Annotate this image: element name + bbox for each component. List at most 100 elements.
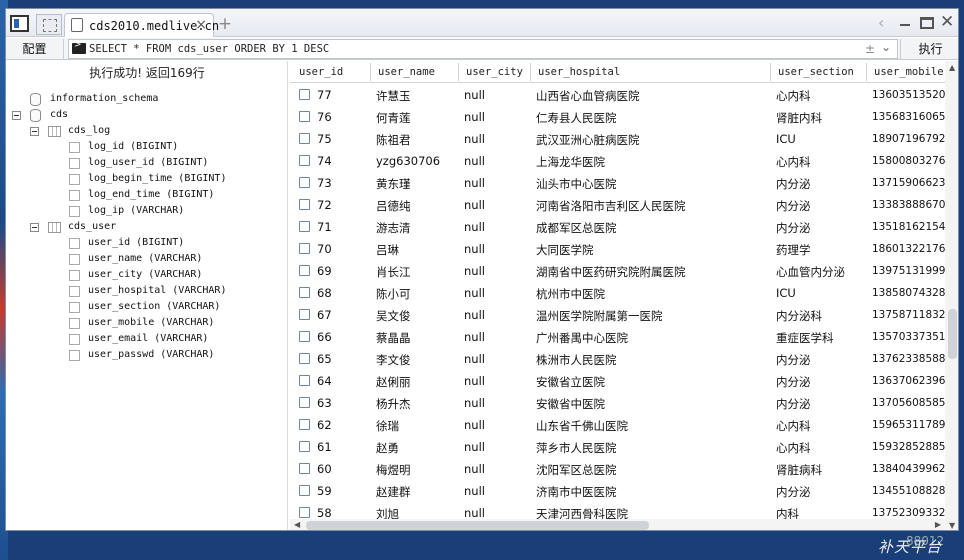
cell-user-mobile[interactable]: 13762338588	[872, 353, 945, 365]
column-header[interactable]: user_mobile	[874, 66, 944, 78]
cell-user-name[interactable]: 吕德纯	[376, 198, 411, 214]
row-select-checkbox[interactable]	[299, 199, 310, 210]
cell-user-name[interactable]: 赵俐丽	[376, 374, 411, 390]
close-window-icon[interactable]: ✕	[940, 12, 954, 32]
cell-user-id[interactable]: 66	[317, 330, 332, 344]
column-divider[interactable]	[530, 63, 531, 81]
cell-user-section[interactable]: 内分泌	[776, 198, 811, 214]
row-select-checkbox[interactable]	[299, 89, 310, 100]
table-row[interactable]: 69 肖长江 null 湖南省中医药研究院附属医院 心血管内分泌 13975131999	[290, 260, 945, 282]
cell-user-mobile[interactable]: 13570337351	[872, 331, 945, 343]
cell-user-section[interactable]: 重症医学科	[776, 330, 834, 346]
execute-button[interactable]: 执行	[900, 39, 958, 59]
column-header[interactable]: user_id	[299, 66, 343, 78]
cell-user-city[interactable]: null	[464, 484, 485, 498]
cell-user-section[interactable]: 内分泌	[776, 396, 811, 412]
cell-user-city[interactable]: null	[464, 176, 485, 190]
cell-user-id[interactable]: 73	[317, 176, 332, 190]
row-select-checkbox[interactable]	[299, 287, 310, 298]
cell-user-city[interactable]: null	[464, 154, 485, 168]
tree-node-column[interactable]: user_hospital (VARCHAR)	[6, 284, 286, 300]
tree-node-column[interactable]: log_end_time (BIGINT)	[6, 188, 286, 204]
column-divider[interactable]	[458, 63, 459, 81]
table-row[interactable]: 73 黄东瑾 null 汕头市中心医院 内分泌 13715906623	[290, 172, 945, 194]
cell-user-city[interactable]: null	[464, 308, 485, 322]
cell-user-id[interactable]: 68	[317, 286, 332, 300]
row-select-checkbox[interactable]	[299, 507, 310, 518]
chevron-down-icon[interactable]: ⌄	[881, 40, 891, 54]
tree-node-column[interactable]: log_ip (VARCHAR)	[6, 204, 286, 220]
row-select-checkbox[interactable]	[299, 221, 310, 232]
cell-user-section[interactable]: 心血管内分泌	[776, 264, 845, 280]
cell-user-mobile[interactable]: 15800803276	[872, 155, 945, 167]
cell-user-mobile[interactable]: 13752309332	[872, 507, 945, 519]
tree-node-db[interactable]: information_schema	[6, 92, 286, 108]
cell-user-section[interactable]: 内分泌	[776, 374, 811, 390]
cell-user-id[interactable]: 76	[317, 110, 332, 124]
cell-user-mobile[interactable]: 13705608585	[872, 397, 945, 409]
cell-user-name[interactable]: 许慧玉	[376, 88, 411, 104]
cell-user-hospital[interactable]: 温州医学院附属第一医院	[536, 308, 663, 324]
cell-user-city[interactable]: null	[464, 374, 485, 388]
new-tab-button[interactable]: +	[217, 14, 233, 34]
cell-user-name[interactable]: yzg630706	[376, 154, 440, 168]
cell-user-section[interactable]: 心内科	[776, 418, 811, 434]
cell-user-hospital[interactable]: 成都军区总医院	[536, 220, 617, 236]
cell-user-id[interactable]: 65	[317, 352, 332, 366]
cell-user-hospital[interactable]: 上海龙华医院	[536, 154, 605, 170]
horizontal-scrollbar[interactable]: ◀ ▶	[290, 519, 945, 530]
cell-user-id[interactable]: 59	[317, 484, 332, 498]
cell-user-name[interactable]: 杨升杰	[376, 396, 411, 412]
collapse-toggle-icon[interactable]	[30, 127, 39, 136]
cell-user-section[interactable]: 内分泌	[776, 176, 811, 192]
column-header[interactable]: user_name	[378, 66, 435, 78]
cell-user-mobile[interactable]: 13383888670	[872, 199, 945, 211]
column-header[interactable]: user_city	[466, 66, 523, 78]
cell-user-section[interactable]: 心内科	[776, 440, 811, 456]
cell-user-name[interactable]: 徐瑞	[376, 418, 399, 434]
cell-user-mobile[interactable]: 13840439962	[872, 463, 945, 475]
row-select-checkbox[interactable]	[299, 243, 310, 254]
table-row[interactable]: 74 yzg630706 null 上海龙华医院 心内科 15800803276	[290, 150, 945, 172]
table-row[interactable]: 60 梅煜明 null 沈阳军区总医院 肾脏病科 13840439962	[290, 458, 945, 480]
scroll-right-icon[interactable]: ▶	[935, 520, 941, 529]
table-row[interactable]: 67 吴文俊 null 温州医学院附属第一医院 内分泌科 13758711832	[290, 304, 945, 326]
cell-user-name[interactable]: 肖长江	[376, 264, 411, 280]
table-row[interactable]: 75 陈祖君 null 武汉亚洲心脏病医院 ICU 18907196792	[290, 128, 945, 150]
cell-user-hospital[interactable]: 杭州市中医院	[536, 286, 605, 302]
row-select-checkbox[interactable]	[299, 353, 310, 364]
cell-user-name[interactable]: 梅煜明	[376, 462, 411, 478]
table-row[interactable]: 68 陈小可 null 杭州市中医院 ICU 13858074328	[290, 282, 945, 304]
scroll-thumb[interactable]	[948, 309, 957, 359]
scroll-up-icon[interactable]: ▲	[949, 63, 955, 72]
cell-user-hospital[interactable]: 武汉亚洲心脏病医院	[536, 132, 640, 148]
cell-user-name[interactable]: 赵勇	[376, 440, 399, 456]
cell-user-hospital[interactable]: 安徽省立医院	[536, 374, 605, 390]
row-select-checkbox[interactable]	[299, 265, 310, 276]
cell-user-section[interactable]: ICU	[776, 132, 796, 146]
tree-node-column[interactable]: user_city (VARCHAR)	[6, 268, 286, 284]
row-select-checkbox[interactable]	[299, 419, 310, 430]
cell-user-hospital[interactable]: 安徽省中医院	[536, 396, 605, 412]
table-row[interactable]: 61 赵勇 null 萍乡市人民医院 心内科 15932852885	[290, 436, 945, 458]
column-header[interactable]: user_section	[778, 66, 854, 78]
cell-user-section[interactable]: 药理学	[776, 242, 811, 258]
cell-user-id[interactable]: 75	[317, 132, 332, 146]
cell-user-id[interactable]: 64	[317, 374, 332, 388]
tree-node-column[interactable]: log_user_id (BIGINT)	[6, 156, 286, 172]
tree-node-column[interactable]: user_name (VARCHAR)	[6, 252, 286, 268]
cell-user-city[interactable]: null	[464, 506, 485, 520]
cell-user-city[interactable]: null	[464, 110, 485, 124]
cell-user-name[interactable]: 黄东瑾	[376, 176, 411, 192]
cell-user-name[interactable]: 吴文俊	[376, 308, 411, 324]
cell-user-section[interactable]: 肾脏内科	[776, 110, 822, 126]
cell-user-id[interactable]: 74	[317, 154, 332, 168]
cell-user-mobile[interactable]: 15932852885	[872, 441, 945, 453]
row-select-checkbox[interactable]	[299, 397, 310, 408]
cell-user-hospital[interactable]: 大同医学院	[536, 242, 594, 258]
table-row[interactable]: 72 吕德纯 null 河南省洛阳市吉利区人民医院 内分泌 13383888670	[290, 194, 945, 216]
cell-user-id[interactable]: 62	[317, 418, 332, 432]
cell-user-section[interactable]: 内分泌科	[776, 308, 822, 324]
cell-user-mobile[interactable]: 18907196792	[872, 133, 945, 145]
table-row[interactable]: 71 游志清 null 成都军区总医院 内分泌 13518162154	[290, 216, 945, 238]
